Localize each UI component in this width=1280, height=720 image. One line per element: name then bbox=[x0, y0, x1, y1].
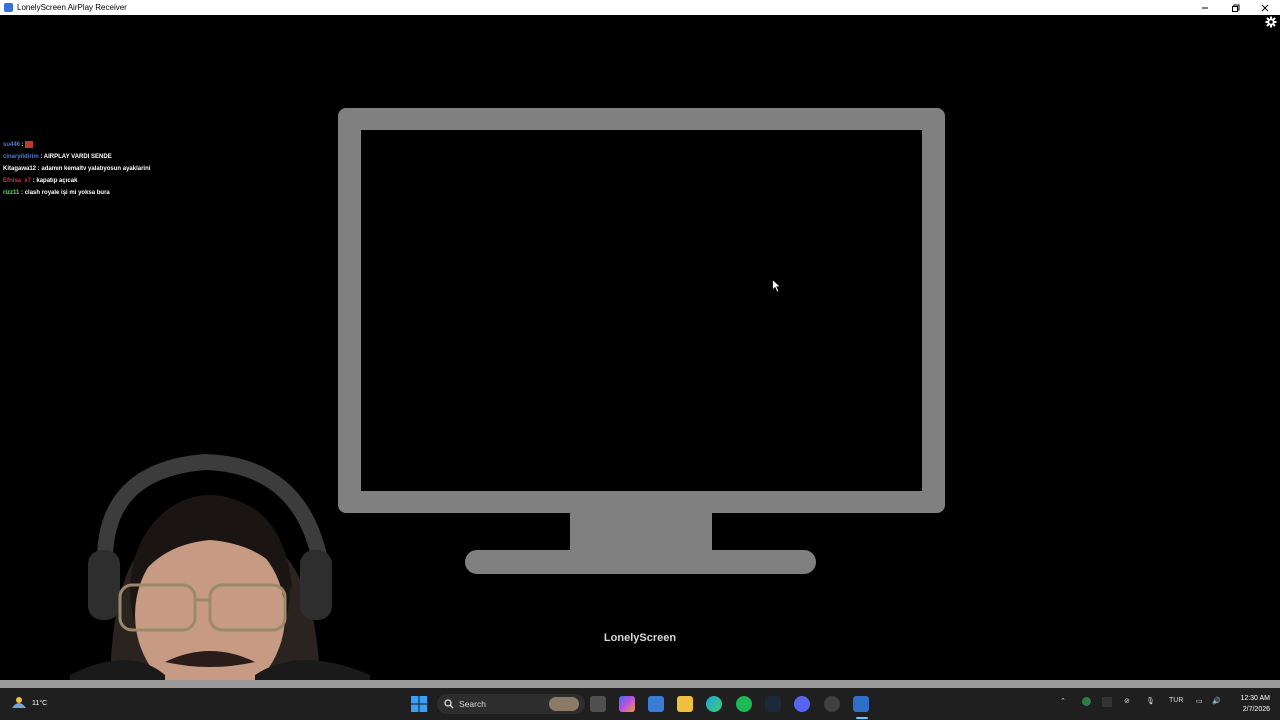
clock-date: 2/7/2026 bbox=[1242, 706, 1270, 713]
volume-icon[interactable]: 🔊 bbox=[1212, 697, 1221, 705]
active-app-indicator bbox=[856, 717, 868, 719]
chat-message: kapatıp açıcak bbox=[36, 178, 78, 184]
app-icon bbox=[4, 3, 13, 12]
minimize-icon bbox=[1202, 7, 1208, 8]
taskbar-search[interactable]: Search bbox=[437, 694, 585, 714]
steam-tray-icon[interactable] bbox=[1102, 697, 1112, 707]
network-off-icon[interactable]: ⊘ bbox=[1124, 697, 1130, 705]
chat-username: Kitagawa12 bbox=[3, 166, 37, 172]
chat-message: AIRPLAY VARDI SENDE bbox=[43, 154, 112, 160]
search-icon bbox=[444, 699, 454, 709]
chat-username: su446 bbox=[3, 142, 21, 148]
mouse-cursor-icon bbox=[772, 279, 782, 293]
chat-overlay: su446 : cinaryildirim : AIRPLAY VARDI SE… bbox=[3, 139, 150, 199]
chrome-icon[interactable] bbox=[824, 696, 840, 712]
monitor-screen bbox=[361, 130, 922, 491]
monitor-stand-neck bbox=[570, 513, 712, 550]
chat-line: rizz11 : clash royale işi mi yoksa bura bbox=[3, 190, 110, 196]
file-explorer-icon[interactable] bbox=[677, 696, 693, 712]
microphone-icon[interactable]: 🎙 bbox=[1146, 697, 1155, 705]
search-label: Search bbox=[459, 699, 486, 709]
maximize-button[interactable] bbox=[1220, 0, 1250, 15]
chat-line: Efnisa_x7 : kapatıp açıcak bbox=[3, 178, 78, 184]
close-button[interactable] bbox=[1250, 0, 1280, 15]
tray-app-icon[interactable] bbox=[1082, 697, 1091, 706]
chat-message: adamın kemaltv yalatıyosun ayaklarini bbox=[41, 166, 151, 172]
discord-icon[interactable] bbox=[794, 696, 810, 712]
clock-time: 12:30 AM bbox=[1240, 695, 1270, 702]
webcam-overlay bbox=[70, 453, 370, 695]
window-title: LonelyScreen AirPlay Receiver bbox=[17, 3, 127, 12]
taskbar: 11°C Search ⌃ ⊘ 🎙 TUR ▭ 🔊 12:30 AM 2/7/2… bbox=[0, 688, 1280, 720]
language-indicator[interactable]: TUR bbox=[1169, 697, 1183, 704]
weather-widget[interactable]: 11°C bbox=[10, 694, 47, 712]
microsoft-store-icon[interactable] bbox=[648, 696, 664, 712]
chat-message: clash royale işi mi yoksa bura bbox=[24, 190, 110, 196]
edge-browser-icon[interactable] bbox=[706, 696, 722, 712]
taskbar-clock[interactable]: 12:30 AM 2/7/2026 bbox=[1240, 693, 1270, 715]
lonelyscreen-taskbar-icon[interactable] bbox=[853, 696, 869, 712]
chat-line: su446 : bbox=[3, 139, 150, 151]
tray-overflow-chevron-icon[interactable]: ⌃ bbox=[1060, 697, 1066, 705]
title-bar: LonelyScreen AirPlay Receiver bbox=[0, 0, 1280, 15]
weather-temp: 11°C bbox=[32, 699, 48, 707]
chat-username: Efnisa_x7 bbox=[3, 178, 32, 184]
emote-icon bbox=[25, 140, 34, 148]
search-highlight-icon bbox=[549, 697, 579, 711]
copilot-icon[interactable] bbox=[619, 696, 635, 712]
task-view-icon[interactable] bbox=[590, 696, 606, 712]
start-button[interactable] bbox=[411, 696, 427, 712]
steam-icon[interactable] bbox=[765, 696, 781, 712]
display-icon[interactable]: ▭ bbox=[1196, 697, 1203, 705]
close-icon bbox=[1261, 4, 1269, 11]
minimize-button[interactable] bbox=[1190, 0, 1220, 15]
spotify-icon[interactable] bbox=[736, 696, 752, 712]
restore-icon bbox=[1232, 4, 1240, 12]
chat-username: cinaryildirim bbox=[3, 154, 39, 160]
chat-username: rizz11 bbox=[3, 190, 20, 196]
chat-line: cinaryildirim : AIRPLAY VARDI SENDE bbox=[3, 154, 112, 160]
weather-icon bbox=[12, 697, 26, 708]
windows-logo-icon bbox=[411, 696, 427, 712]
app-status-strip bbox=[0, 680, 1280, 688]
chat-line: Kitagawa12 : adamın kemaltv yalatıyosun … bbox=[3, 166, 151, 172]
settings-gear-icon[interactable] bbox=[1265, 16, 1277, 28]
monitor-stand-base bbox=[465, 550, 816, 574]
